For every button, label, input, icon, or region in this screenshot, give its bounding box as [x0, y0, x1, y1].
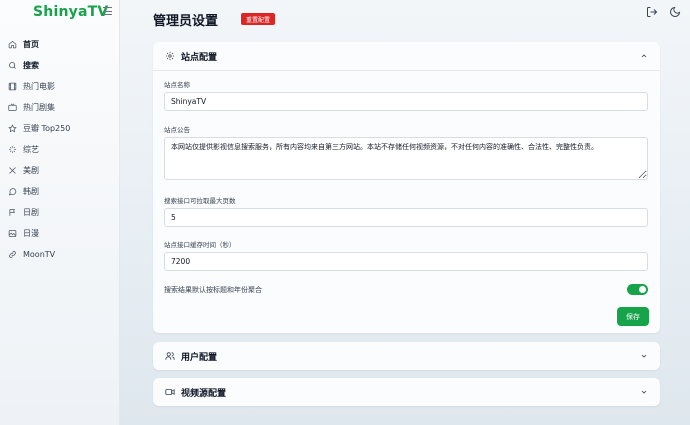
chevron-up-icon[interactable]	[640, 52, 648, 60]
home-icon	[8, 40, 17, 49]
site-config-title: 站点配置	[181, 52, 218, 63]
film-icon	[8, 82, 17, 91]
cache-time-input[interactable]	[164, 252, 648, 271]
video-icon	[165, 387, 175, 397]
sidebar-item-label: 美剧	[23, 166, 39, 175]
sidebar-item-anime[interactable]: 日漫	[0, 223, 120, 244]
sidebar-item-label: 搜索	[23, 61, 39, 70]
user-config-header[interactable]: 用户配置	[153, 342, 660, 370]
sidebar-nav: 首页 搜索 热门电影 热门剧集 豆瓣 Top250 综艺 美剧 韩剧 日剧 日漫…	[0, 34, 120, 265]
brand-logo[interactable]: ShinyaTV	[33, 4, 108, 20]
sidebar-item-label: MoonTV	[23, 250, 56, 259]
star-icon	[8, 124, 17, 133]
sidebar-item-label: 日剧	[23, 208, 39, 217]
sidebar-item-search[interactable]: 搜索	[0, 55, 120, 76]
site-config-header[interactable]: 站点配置	[153, 42, 660, 70]
sidebar-item-label: 热门剧集	[23, 103, 55, 112]
chevron-down-icon[interactable]	[640, 352, 648, 360]
max-pages-label: 搜索接口可拉取最大页数	[164, 197, 236, 205]
sidebar-item-label: 热门电影	[23, 82, 55, 91]
site-name-input[interactable]	[164, 92, 648, 111]
user-config-card: 用户配置	[153, 342, 660, 370]
users-icon	[165, 351, 175, 361]
source-config-card: 视频源配置	[153, 378, 660, 406]
menu-toggle-icon[interactable]	[103, 7, 112, 15]
card-divider	[153, 70, 660, 71]
tv-icon	[8, 103, 17, 112]
logout-icon[interactable]	[646, 3, 658, 17]
reset-config-button[interactable]: 重置配置	[241, 13, 276, 25]
cross-swords-icon	[8, 166, 17, 175]
sidebar-item-label: 日漫	[23, 229, 39, 238]
page-title: 管理员设置	[153, 14, 219, 29]
sidebar-item-home[interactable]: 首页	[0, 34, 120, 55]
image-icon	[8, 229, 17, 238]
toggle-knob	[639, 286, 646, 293]
sparkles-icon	[8, 145, 17, 154]
sidebar-item-japanese-drama[interactable]: 日剧	[0, 202, 120, 223]
sidebar-item-label: 豆瓣 Top250	[23, 124, 71, 133]
site-config-card: 站点配置 站点名称 站点公告 本网站仅提供影视信息搜索服务，所有内容均来自第三方…	[153, 42, 660, 333]
search-icon	[8, 61, 17, 70]
aggregate-label: 搜索结果默认按标题和年份聚合	[164, 286, 262, 294]
cache-time-label: 站点接口缓存时间（秒）	[164, 241, 236, 249]
site-name-label: 站点名称	[164, 81, 190, 89]
user-config-title: 用户配置	[181, 352, 218, 363]
max-pages-input[interactable]	[164, 208, 648, 227]
save-button[interactable]: 保存	[617, 307, 649, 326]
link-icon	[8, 250, 17, 259]
aggregate-toggle[interactable]	[627, 284, 648, 295]
chat-icon	[8, 187, 17, 196]
chevron-down-icon[interactable]	[640, 388, 648, 396]
sidebar-item-us-drama[interactable]: 美剧	[0, 160, 120, 181]
sidebar-item-label: 韩剧	[23, 187, 39, 196]
sidebar: ShinyaTV 首页 搜索 热门电影 热门剧集 豆瓣 Top250 综艺 美剧…	[0, 0, 120, 425]
announcement-textarea[interactable]: 本网站仅提供影视信息搜索服务，所有内容均来自第三方网站。本站不存储任何视频资源，…	[164, 137, 648, 180]
sidebar-item-series[interactable]: 热门剧集	[0, 97, 120, 118]
sidebar-item-label: 综艺	[23, 145, 39, 154]
sidebar-item-label: 首页	[23, 40, 39, 49]
dark-mode-icon[interactable]	[669, 3, 681, 17]
sidebar-item-variety[interactable]: 综艺	[0, 139, 120, 160]
sidebar-item-moontv[interactable]: MoonTV	[0, 244, 120, 265]
source-config-header[interactable]: 视频源配置	[153, 378, 660, 406]
sidebar-item-korean-drama[interactable]: 韩剧	[0, 181, 120, 202]
sidebar-item-movies[interactable]: 热门电影	[0, 76, 120, 97]
gear-icon	[165, 51, 175, 61]
source-config-title: 视频源配置	[181, 388, 227, 399]
sidebar-item-douban-top250[interactable]: 豆瓣 Top250	[0, 118, 120, 139]
announcement-label: 站点公告	[164, 126, 190, 134]
flag-icon	[8, 208, 17, 217]
